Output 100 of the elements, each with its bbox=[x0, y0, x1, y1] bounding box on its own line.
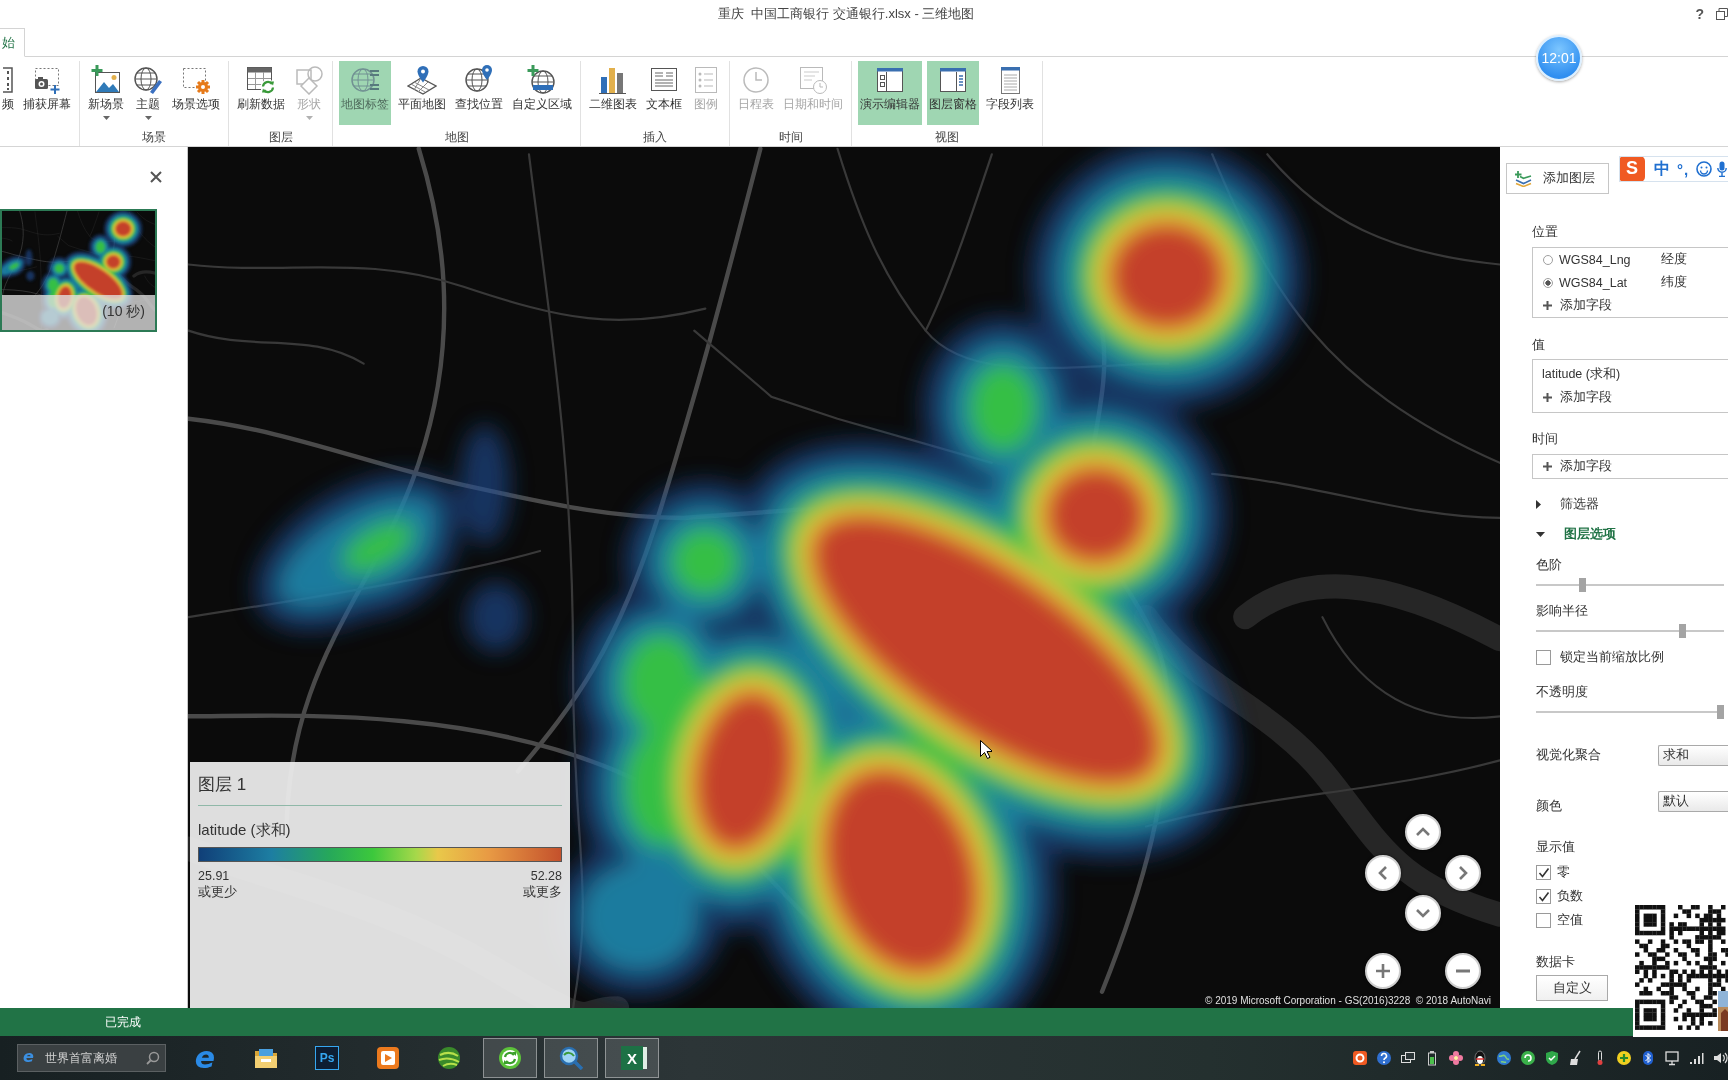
radio-button[interactable] bbox=[1543, 254, 1553, 265]
field-name: latitude (求和) bbox=[1541, 366, 1622, 383]
camera-icon bbox=[32, 65, 62, 95]
dropdown[interactable]: 默认 bbox=[1658, 791, 1728, 812]
ribbon-tab[interactable]: 始 bbox=[0, 28, 25, 57]
checkbox-label: 空值 bbox=[1557, 911, 1583, 929]
ribbon-button[interactable]: 频 bbox=[0, 61, 16, 125]
checkbox[interactable] bbox=[1536, 888, 1551, 904]
taskbar-app-button[interactable]: e bbox=[178, 1038, 232, 1078]
mouse-pointer-icon bbox=[980, 740, 992, 759]
broom-icon[interactable] bbox=[1568, 1050, 1584, 1066]
ribbon-button[interactable]: 二维图表 bbox=[587, 61, 639, 125]
window-layout-icon bbox=[875, 65, 905, 95]
smiley-icon[interactable] bbox=[1696, 161, 1713, 177]
magnifier-icon bbox=[559, 1046, 583, 1070]
ribbon-button[interactable]: 刷新数据 bbox=[235, 61, 287, 125]
chevron-up-icon bbox=[1416, 827, 1430, 837]
globe-icon[interactable] bbox=[1496, 1050, 1512, 1066]
chevron-down-icon bbox=[1416, 908, 1430, 918]
customize-button[interactable]: 自定义 bbox=[1536, 975, 1608, 1001]
legend-min-note: 或更少 bbox=[198, 884, 237, 900]
slider-thumb[interactable] bbox=[1717, 705, 1724, 719]
field-name: WGS84_Lat bbox=[1559, 275, 1629, 290]
plus-circle-icon[interactable] bbox=[1616, 1050, 1632, 1066]
restore-window-icon[interactable] bbox=[1716, 8, 1728, 20]
checkbox-label: 零 bbox=[1557, 863, 1570, 881]
section-toggle[interactable]: 筛选器 bbox=[1532, 494, 1599, 514]
group-label: 图层 bbox=[268, 130, 293, 144]
document-clock-icon bbox=[798, 65, 828, 95]
bluetooth-icon[interactable] bbox=[1640, 1050, 1656, 1066]
ribbon-button[interactable]: 自定义区域 bbox=[510, 61, 574, 125]
checkbox[interactable] bbox=[1536, 649, 1551, 665]
ribbon-button[interactable]: 图层窗格 bbox=[927, 61, 979, 125]
flower-icon[interactable] bbox=[1448, 1050, 1464, 1066]
group-label: 地图 bbox=[444, 130, 469, 144]
group-label: 视图 bbox=[935, 130, 959, 144]
slider-thumb[interactable] bbox=[1579, 578, 1587, 592]
signal-icon[interactable] bbox=[1688, 1050, 1704, 1066]
section-label: 时间 bbox=[1532, 431, 1558, 448]
slider-label: 色阶 bbox=[1536, 557, 1562, 574]
scene-thumbnail[interactable]: (10 秒) bbox=[0, 209, 157, 332]
input-mode-button[interactable]: 中 bbox=[1654, 158, 1670, 180]
window-title: 重庆 中国工商银行 交通银行.xlsx - 三维地图 bbox=[717, 5, 976, 23]
add-field-button[interactable]: 添加字段 bbox=[1533, 294, 1728, 317]
ribbon-button[interactable]: 新场景 bbox=[86, 61, 126, 125]
ribbon-button[interactable]: 文本框 bbox=[644, 61, 684, 125]
s-logo-icon[interactable] bbox=[1352, 1050, 1368, 1066]
close-button[interactable] bbox=[150, 171, 162, 183]
add-field-button[interactable]: 添加字段 bbox=[1533, 386, 1728, 409]
landscape-picture-icon bbox=[91, 65, 121, 95]
map-pin-icon bbox=[407, 65, 437, 95]
dropdown[interactable]: 求和 bbox=[1658, 745, 1728, 766]
help-button[interactable]: ? bbox=[1692, 6, 1707, 22]
taskbar-app-button[interactable]: Ps bbox=[300, 1038, 354, 1078]
folder-icon bbox=[254, 1046, 278, 1070]
penguin-icon[interactable] bbox=[1472, 1050, 1488, 1066]
legend-field: latitude (求和) bbox=[198, 821, 291, 839]
ribbon-button[interactable]: 场景选项 bbox=[170, 61, 222, 125]
group-label: 时间 bbox=[778, 130, 803, 144]
copyright-text: © 2019 Microsoft Corporation - GS(2016)3228 © 2018 AutoNavi bbox=[1205, 995, 1491, 1006]
ribbon-button[interactable]: 平面地图 bbox=[396, 61, 448, 125]
windows-icon[interactable] bbox=[1400, 1050, 1416, 1066]
section-toggle[interactable]: 图层选项 bbox=[1532, 524, 1616, 544]
table-refresh-icon bbox=[246, 65, 276, 95]
gear-frame-icon bbox=[181, 65, 211, 95]
taskbar-app-button[interactable]: X bbox=[605, 1038, 659, 1078]
microphone-icon[interactable] bbox=[1717, 161, 1728, 177]
group-label: 场景 bbox=[142, 130, 166, 144]
window-pane-icon bbox=[938, 65, 968, 95]
computer-icon[interactable] bbox=[1664, 1050, 1680, 1066]
help-circle-icon[interactable] bbox=[1376, 1050, 1392, 1066]
legend-min-value: 25.91 bbox=[198, 868, 231, 884]
close-icon bbox=[150, 171, 162, 183]
data-card-label: 数据卡 bbox=[1536, 954, 1575, 971]
chevron-right-icon bbox=[1458, 866, 1468, 880]
checkbox[interactable] bbox=[1536, 912, 1551, 928]
group-label: 插入 bbox=[643, 130, 667, 144]
layers-plus-icon bbox=[1515, 170, 1532, 187]
speaker-icon[interactable] bbox=[1712, 1050, 1728, 1066]
add-field-button[interactable]: 添加字段 bbox=[1533, 455, 1728, 478]
taskbar-app-button[interactable] bbox=[483, 1038, 537, 1078]
slider-thumb[interactable] bbox=[1679, 624, 1686, 638]
plus-icon bbox=[1376, 964, 1390, 978]
shield-icon[interactable] bbox=[1544, 1050, 1560, 1066]
globe-pin-icon bbox=[464, 65, 494, 95]
punctuation-button[interactable]: °, bbox=[1675, 160, 1692, 178]
field-role: 经度 bbox=[1661, 251, 1687, 268]
ribbon-button[interactable]: 字段列表 bbox=[984, 61, 1036, 125]
checklist-label: 显示值 bbox=[1536, 839, 1575, 856]
ribbon-button[interactable]: 捕获屏幕 bbox=[21, 61, 73, 125]
status-text: 已完成 bbox=[105, 1013, 141, 1031]
checkbox[interactable] bbox=[1536, 864, 1551, 880]
minus-icon bbox=[1456, 969, 1470, 973]
radio-button[interactable] bbox=[1543, 277, 1553, 288]
ribbon-button[interactable]: 查找位置 bbox=[453, 61, 505, 125]
ribbon-button[interactable]: 演示编辑器 bbox=[858, 61, 922, 125]
checkmark-icon bbox=[1537, 890, 1550, 902]
ribbon-button[interactable]: 主题 bbox=[131, 61, 165, 125]
add-layer-button[interactable]: 添加图层 bbox=[1506, 163, 1609, 194]
ime-logo: S bbox=[1620, 157, 1645, 181]
